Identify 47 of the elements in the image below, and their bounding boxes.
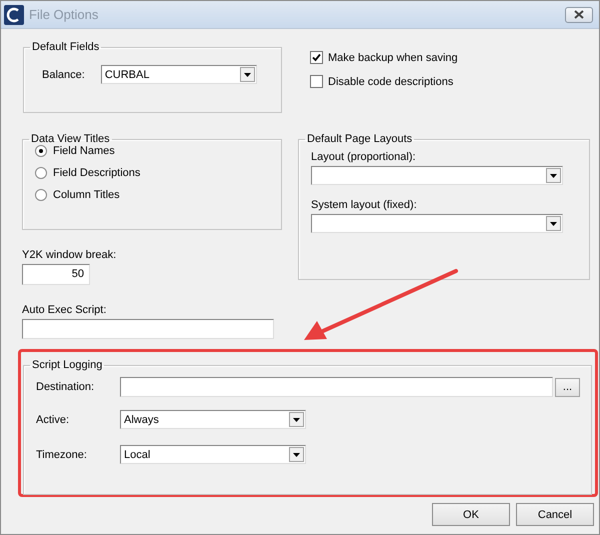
dropdown-arrow-button[interactable] [546, 168, 561, 183]
radio-label: Column Titles [53, 189, 120, 201]
group-title: Default Page Layouts [306, 133, 414, 145]
app-icon [4, 4, 24, 24]
close-icon [574, 10, 584, 19]
dropdown-arrow-button[interactable] [289, 412, 304, 427]
dropdown[interactable] [311, 166, 563, 185]
group-title: Default Fields [31, 41, 100, 53]
field-label: System layout (fixed): [311, 199, 418, 211]
number-field[interactable]: 50 [22, 264, 90, 285]
group-title: Script Logging [31, 359, 104, 371]
field-label: Destination: [36, 381, 96, 393]
caret-icon [293, 452, 300, 456]
dropdown-arrow-button[interactable] [240, 67, 255, 82]
caret-icon [293, 418, 300, 422]
group-title: Data View Titles [30, 133, 111, 145]
close-button[interactable] [565, 6, 593, 22]
dropdown[interactable]: CURBAL [100, 65, 257, 84]
dropdown-arrow-button[interactable] [546, 216, 561, 231]
browse-button[interactable]: ... [555, 378, 580, 396]
radio-label: Field Descriptions [53, 167, 140, 179]
field-label: Layout (proportional): [311, 151, 417, 163]
radio-label: Field Names [53, 145, 115, 157]
field-label: Active: [36, 414, 70, 426]
caret-icon [244, 72, 251, 76]
dialog-button[interactable]: Cancel [516, 503, 594, 526]
caret-icon [550, 174, 557, 178]
radio-button[interactable] [35, 145, 47, 157]
dropdown[interactable]: Always [120, 410, 306, 429]
checkbox-label: Disable code descriptions [328, 76, 454, 88]
field-label: Y2K window break: [22, 249, 118, 261]
dialog-button[interactable]: OK [432, 503, 510, 526]
checkbox[interactable] [310, 51, 323, 64]
dropdown-arrow-button[interactable] [289, 447, 304, 462]
field-label: Balance: [42, 68, 85, 80]
dropdown[interactable]: Local [120, 445, 306, 464]
dropdown[interactable] [311, 214, 563, 233]
field-label: Auto Exec Script: [22, 304, 108, 316]
checkbox[interactable] [310, 75, 323, 88]
radio-button[interactable] [35, 167, 47, 179]
input-field[interactable] [120, 377, 553, 397]
caret-icon [550, 222, 557, 226]
radio-button[interactable] [35, 189, 47, 201]
checkbox-label: Make backup when saving [328, 52, 458, 64]
window-title: File Options [29, 7, 100, 22]
field-label: Timezone: [36, 448, 88, 460]
input-field[interactable] [22, 319, 274, 339]
